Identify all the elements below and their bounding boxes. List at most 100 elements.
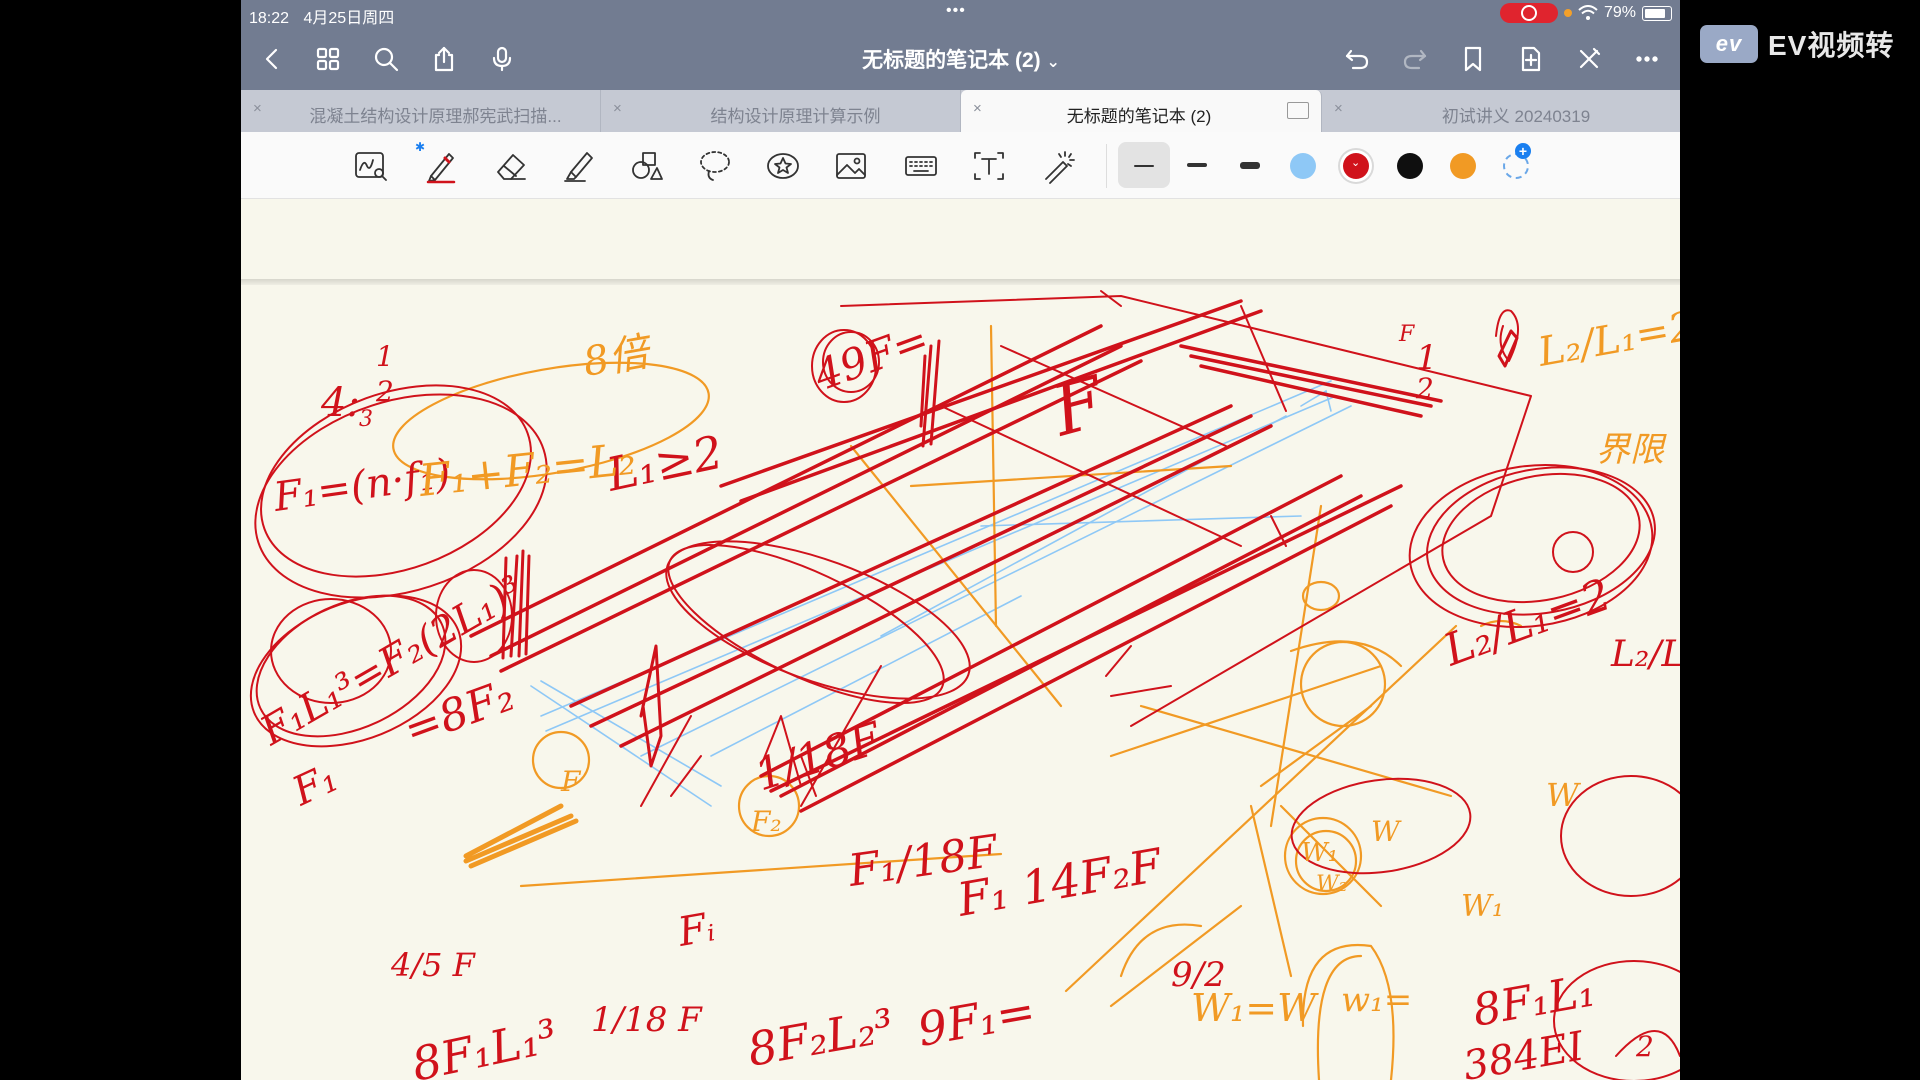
highlighter-tool[interactable] — [559, 146, 599, 186]
note-text: W — [1546, 776, 1582, 814]
status-bar: 18:22 4月25日周四 ••• 79% — [241, 0, 1680, 28]
microphone-button[interactable] — [485, 42, 519, 76]
chevron-down-icon: ⌄ — [1351, 157, 1361, 169]
text-tool[interactable] — [969, 146, 1009, 186]
text-box-icon — [974, 152, 1004, 180]
keyboard-icon — [905, 156, 937, 176]
tab-calculation-examples[interactable]: × 结构设计原理计算示例 — [601, 90, 961, 132]
eraser-icon — [497, 154, 526, 180]
note-text: 9F₁= — [914, 983, 1040, 1057]
tools-toggle-button[interactable] — [1572, 42, 1606, 76]
nav-bar: 无标题的笔记本 (2) ⌄ — [241, 28, 1680, 90]
note-text: Fᵢ — [674, 904, 718, 956]
back-button[interactable] — [255, 42, 289, 76]
color-swatch-light-blue[interactable] — [1290, 153, 1316, 179]
tab-concrete-textbook[interactable]: × 混凝土结构设计原理郝宪武扫描... — [241, 90, 601, 132]
note-text: w₁= — [1341, 980, 1412, 1020]
microphone-icon — [492, 46, 512, 72]
image-icon — [836, 153, 866, 179]
wifi-icon — [1578, 5, 1598, 20]
multitask-dots[interactable]: ••• — [946, 2, 966, 20]
ipad-screen: 18:22 4月25日周四 ••• 79% 无标题的笔记本 (2) ⌄ × 混凝… — [241, 0, 1680, 1080]
close-tab-icon[interactable]: × — [1334, 100, 1343, 117]
screen-record-indicator[interactable] — [1499, 3, 1558, 23]
notebook-title: 无标题的笔记本 (2) — [862, 49, 1041, 72]
close-tab-icon[interactable]: × — [973, 100, 982, 117]
stroke-thick-option[interactable] — [1240, 162, 1260, 169]
note-text: 2 — [1635, 1030, 1654, 1063]
note-text: L₂/L₁=2 — [1436, 569, 1617, 677]
note-text: F₁ — [285, 755, 345, 816]
note-text: F — [1398, 322, 1415, 347]
color-swatch-orange[interactable] — [1450, 153, 1476, 179]
note-text: =8F₂ — [397, 670, 521, 757]
stroke-thin-line — [1134, 165, 1154, 167]
stroke-medium-option[interactable] — [1187, 163, 1207, 167]
document-tab-bar: × 混凝土结构设计原理郝宪武扫描... × 结构设计原理计算示例 × 无标题的笔… — [241, 90, 1680, 132]
sticker-tool[interactable] — [763, 146, 803, 186]
battery-icon — [1642, 5, 1672, 21]
handwriting-zoom-tool[interactable] — [351, 146, 391, 186]
note-text: W₁ — [1461, 889, 1504, 924]
plus-icon: + — [1515, 143, 1531, 159]
note-text: W₂ — [1316, 872, 1347, 897]
star-bubble-icon — [767, 153, 799, 179]
search-button[interactable] — [369, 42, 403, 76]
close-tab-icon[interactable]: × — [253, 100, 262, 117]
close-tab-icon[interactable]: × — [613, 100, 622, 117]
note-text: 1/18 F — [591, 1000, 703, 1040]
color-swatch-black[interactable] — [1397, 153, 1423, 179]
add-color-button[interactable]: + — [1503, 143, 1531, 179]
laser-pointer-icon — [1045, 151, 1075, 184]
bookmark-button[interactable] — [1456, 42, 1490, 76]
tab-label: 混凝土结构设计原理郝宪武扫描... — [309, 107, 562, 126]
previous-page-area[interactable] — [241, 199, 1680, 279]
highlighter-icon — [564, 152, 593, 182]
zoom-window-icon — [355, 152, 387, 181]
notebook-title-button[interactable]: 无标题的笔记本 (2) ⌄ — [801, 44, 1121, 74]
grid-icon — [316, 47, 340, 71]
share-icon — [434, 46, 454, 72]
pen-tool[interactable]: ✱ — [415, 140, 461, 186]
tab-untitled-notebook[interactable]: × 无标题的笔记本 (2) — [961, 90, 1322, 132]
redo-icon — [1403, 49, 1427, 70]
keyboard-tool[interactable] — [901, 146, 941, 186]
more-button[interactable] — [1630, 42, 1664, 76]
shape-tool[interactable] — [627, 146, 667, 186]
record-icon — [1520, 5, 1537, 21]
note-text: 8F₁L₁³ — [407, 1008, 562, 1080]
chevron-down-icon: ⌄ — [1046, 54, 1060, 71]
lasso-tool[interactable] — [695, 146, 735, 186]
pen-icon — [426, 153, 456, 184]
tab-label: 无标题的笔记本 (2) — [1066, 107, 1212, 126]
share-button[interactable] — [427, 42, 461, 76]
drawing-toolbar: ✱ ⌄ + — [241, 132, 1680, 199]
note-text: W — [1371, 815, 1402, 848]
note-text: L₂/L₁=2 — [1534, 303, 1680, 376]
image-tool[interactable] — [831, 146, 871, 186]
status-date: 4月25日周四 — [303, 10, 395, 27]
undo-button[interactable] — [1340, 42, 1374, 76]
status-time: 18:22 — [249, 10, 290, 27]
grid-view-button[interactable] — [311, 42, 345, 76]
toolbar-divider — [1106, 144, 1107, 188]
tab-lecture-notes[interactable]: × 初试讲义 20240319 — [1322, 90, 1680, 132]
note-text: W₁=W — [1191, 986, 1319, 1030]
handwriting-canvas[interactable]: 4: 1 2 3 F₁=(n·f₁) L₁≥2 49F= 1 2 F F F₁L… — [241, 286, 1680, 1080]
color-swatch-red[interactable]: ⌄ — [1343, 153, 1369, 179]
ev-logo-icon: ev — [1700, 25, 1758, 63]
note-text: 4: — [320, 380, 360, 426]
redo-button[interactable] — [1398, 42, 1432, 76]
eraser-tool[interactable] — [491, 146, 531, 186]
note-text: 2 — [1415, 372, 1434, 405]
split-view-icon[interactable] — [1287, 102, 1309, 119]
laser-pointer-tool[interactable] — [1039, 146, 1079, 186]
note-text: F₂ — [750, 805, 782, 838]
note-text: 8F₂L₂³ — [744, 998, 898, 1077]
add-page-button[interactable] — [1514, 42, 1548, 76]
ink-layer: 4: 1 2 3 F₁=(n·f₁) L₁≥2 49F= 1 2 F F F₁L… — [249, 290, 1680, 1080]
note-text: F — [1042, 360, 1114, 453]
note-text: 界限 — [1596, 430, 1667, 470]
undo-icon — [1345, 49, 1369, 70]
note-text: 1 — [376, 340, 394, 373]
